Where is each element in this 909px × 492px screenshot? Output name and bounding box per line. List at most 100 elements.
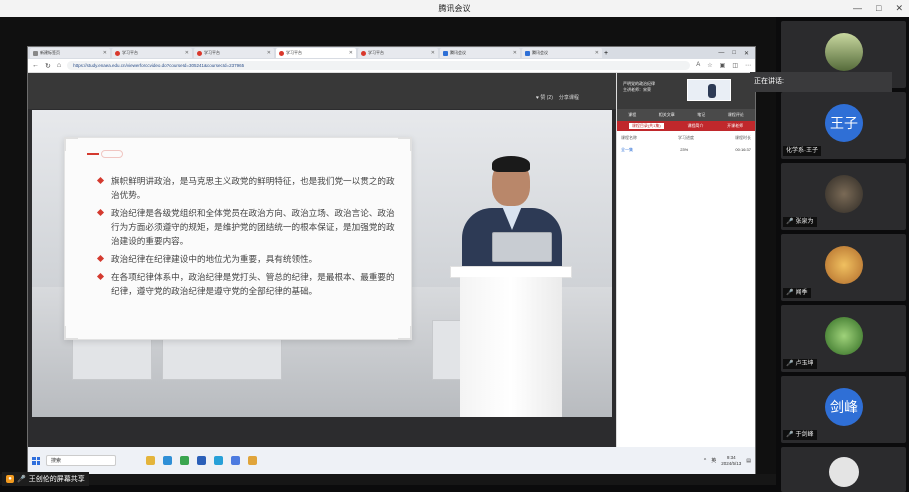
minimize-icon[interactable]: — [853,0,862,17]
browser-tab[interactable]: 学习平台 ✕ [194,48,274,58]
slide-corner [398,137,412,151]
podium [460,277,562,417]
presenter-video [450,154,590,417]
slide-corner [64,137,78,151]
avatar [825,33,863,71]
site-icon [279,50,284,56]
minimize-icon[interactable]: — [718,50,724,57]
back-icon[interactable]: ← [32,62,39,69]
tab-course[interactable]: 课程 [628,112,636,118]
windows-start-icon[interactable] [32,456,40,465]
tab-notes[interactable]: 笔记 [697,112,705,118]
notification-icon[interactable]: ▤ [746,458,751,464]
word-icon[interactable] [197,456,206,465]
browser-tab[interactable]: 学习平台 ✕ [358,48,438,58]
participant-name-tag: 🎤 张泉为 [783,217,817,227]
extension-icon[interactable]: ▣ [720,62,726,69]
read-aloud-icon[interactable]: A [696,62,700,69]
mic-muted-icon: 🎤 [786,361,794,367]
tray-chevron-icon[interactable]: ^ [704,458,706,464]
participant-tile[interactable]: 剑峰 🎤 于剑峰 [781,376,906,443]
close-tab-icon[interactable]: ✕ [349,50,353,56]
close-tab-icon[interactable]: ✕ [431,50,435,56]
participant-tile[interactable] [781,447,906,492]
browser-toolbar-icons: A ☆ ▣ ◫ ⋯ [696,62,751,69]
favorite-icon[interactable]: ☆ [707,62,712,69]
mic-icon: 🎤 [17,476,26,483]
tab-intro[interactable]: 课程简介 [687,123,703,129]
laptop [492,232,552,262]
tab-catalog[interactable]: 课程目录(共1集) [628,123,664,129]
tab-articles[interactable]: 相关文章 [659,112,675,118]
collections-icon[interactable]: ◫ [732,62,738,69]
address-bar: ← ↻ ⌂ https://study.enaea.edu.cn/viewerf… [28,59,755,73]
speaking-indicator: 正在讲话: [750,72,892,92]
mic-muted-icon: 🎤 [786,432,794,438]
like-button[interactable]: ♥ 赞 (2) [536,94,553,101]
more-icon[interactable]: ⋯ [745,62,751,69]
participant-tile[interactable]: 🎤 张泉为 [781,163,906,230]
avatar [825,317,863,355]
new-tab-icon[interactable]: + [604,50,608,57]
slide-bullet: 在各项纪律体系中，政治纪律是党打头、管总的纪律，是最根本、最重要的纪律，遵守党的… [96,270,401,298]
ime-indicator[interactable]: 英 [711,457,716,464]
file-explorer-icon[interactable] [146,456,155,465]
participant-name-tag: 🎤 于剑峰 [783,430,817,440]
maximize-icon[interactable]: □ [732,50,736,57]
browser-tab[interactable]: 腾讯会议 ✕ [440,48,520,58]
browser-window: 新建标签页 ✕ 学习平台 ✕ 学习平台 ✕ 学习平台 ✕ 学习平台 ✕ 腾讯会议 ✕ 腾讯会… [27,46,756,474]
episode-name[interactable]: 全一集 [621,147,633,153]
avatar [825,175,863,213]
user-icon: ● [6,475,14,483]
presenter-hair [492,156,530,172]
catalog-header: 课程名称 学习进度 课程时长 [621,135,751,140]
bullet-marker [96,254,105,263]
studio-decor [162,335,282,380]
share-course-button[interactable]: 分享课程 [559,94,579,101]
close-tab-icon[interactable]: ✕ [103,50,107,56]
windows-taskbar: 搜索 ^ 英 9:34 2024/5/13 ▤ [28,447,755,474]
app-icon[interactable] [214,456,223,465]
participant-tile[interactable]: 王子 化学系·王子 [781,92,906,159]
screen-share-label[interactable]: ● 🎤 王创伦的屏幕共享 [2,472,89,486]
app-icon[interactable] [180,456,189,465]
video-player[interactable]: 旗帜鲜明讲政治，是马克思主义政党的鲜明特征，也是我们党一以贯之的政治优势。 政治… [32,110,612,417]
bullet-marker [96,272,105,281]
catalog-row[interactable]: 全一集 23% 00:16:37 [621,147,751,153]
browser-tab[interactable]: 腾讯会议 ✕ [522,48,602,58]
browser-tab-active[interactable]: 学习平台 ✕ [276,48,356,58]
participant-tile[interactable]: 🎤 卢玉坤 [781,305,906,372]
close-tab-icon[interactable]: ✕ [267,50,271,56]
maximize-icon[interactable]: □ [876,0,881,17]
slide-bullet: 旗帜鲜明讲政治，是马克思主义政党的鲜明特征，也是我们党一以贯之的政治优势。 [96,174,401,202]
avatar: 剑峰 [825,388,863,426]
tab-comments[interactable]: 课程评论 [728,112,744,118]
close-tab-icon[interactable]: ✕ [595,50,599,56]
browser-tab[interactable]: 学习平台 ✕ [112,48,192,58]
browser-tab[interactable]: 新建标签页 ✕ [30,48,110,58]
url-input[interactable]: https://study.enaea.edu.cn/viewerforccvi… [67,61,691,70]
browser-window-controls: — □ ✕ [718,50,755,57]
avatar [825,246,863,284]
participant-name-tag: 化学系·王子 [783,146,821,156]
taskbar-search[interactable]: 搜索 [46,455,116,466]
participant-tile[interactable]: 🎤 闻季 [781,234,906,301]
meeting-title-bar: 腾讯会议 — □ ✕ [0,0,909,17]
participant-name-tag: 🎤 卢玉坤 [783,359,817,369]
close-tab-icon[interactable]: ✕ [185,50,189,56]
player-header: ♥ 赞 (2) 分享课程 [28,73,616,109]
close-icon[interactable]: ✕ [744,50,749,57]
close-tab-icon[interactable]: ✕ [513,50,517,56]
tab-teacher[interactable]: 开课老师 [727,123,743,129]
slide-logo [87,150,127,158]
meeting-app-icon[interactable] [231,456,240,465]
home-icon[interactable]: ⌂ [57,62,61,69]
edge-icon[interactable] [163,456,172,465]
meeting-title: 腾讯会议 [438,4,471,13]
taskbar-clock[interactable]: 9:34 2024/5/13 [721,455,741,467]
refresh-icon[interactable]: ↻ [45,62,51,70]
app-icon[interactable] [248,456,257,465]
slide-bullet: 政治纪律在纪律建设中的地位尤为重要，具有统领性。 [96,252,401,266]
course-thumbnail[interactable] [687,79,731,101]
close-icon[interactable]: ✕ [895,0,903,17]
